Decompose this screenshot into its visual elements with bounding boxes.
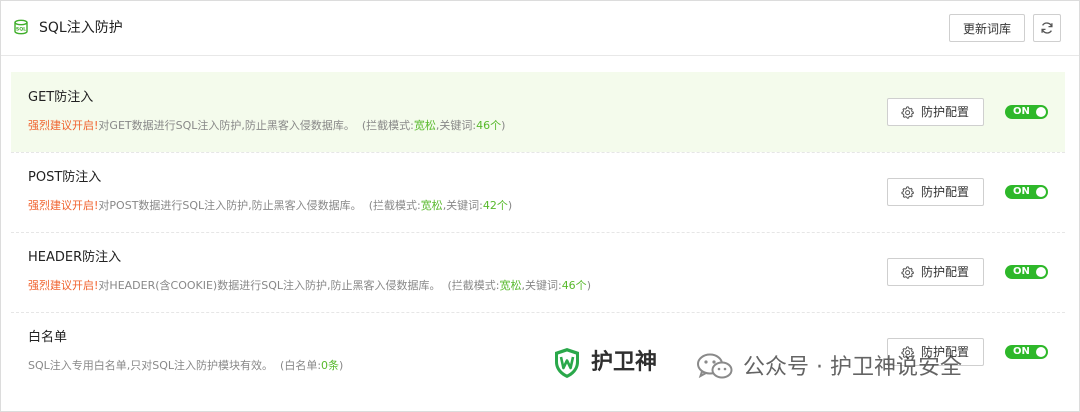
gear-icon bbox=[901, 106, 914, 119]
toggle-knob bbox=[1036, 187, 1046, 197]
keyword-count: 46个 bbox=[476, 119, 502, 132]
description-text: 对HEADER(含COOKIE)数据进行SQL注入防护,防止黑客入侵数据库。 bbox=[98, 279, 441, 292]
row-description: 强烈建议开启!对HEADER(含COOKIE)数据进行SQL注入防护,防止黑客入… bbox=[28, 278, 591, 294]
description-text: 对POST数据进行SQL注入防护,防止黑客入侵数据库。 bbox=[98, 199, 362, 212]
refresh-button[interactable] bbox=[1033, 14, 1061, 42]
warning-text: 强烈建议开启! bbox=[28, 199, 99, 212]
refresh-icon bbox=[1041, 22, 1053, 34]
database-sql-icon: SQL bbox=[14, 19, 28, 35]
mode-value: 宽松 bbox=[499, 279, 522, 292]
toggle-label: ON bbox=[1013, 266, 1030, 277]
shield-logo-icon bbox=[555, 348, 579, 378]
toggle-label: ON bbox=[1013, 106, 1030, 117]
mode-prefix: (拦截模式: bbox=[368, 199, 421, 212]
row-description: SQL注入专用白名单,只对SQL注入防护模块有效。 (白名单:0条) bbox=[28, 358, 343, 374]
update-dictionary-button[interactable]: 更新词库 bbox=[949, 14, 1025, 42]
toggle-knob bbox=[1036, 267, 1046, 277]
gear-icon bbox=[901, 266, 914, 279]
toggle-label: ON bbox=[1013, 186, 1030, 197]
description-text: SQL注入专用白名单,只对SQL注入防护模块有效。 bbox=[28, 359, 274, 372]
whitelist-count: 0条 bbox=[321, 359, 340, 372]
config-label: 防护配置 bbox=[921, 265, 970, 279]
row-title: POST防注入 bbox=[28, 170, 102, 185]
suffix: ) bbox=[501, 119, 506, 132]
post-injection-toggle[interactable]: ON bbox=[1005, 185, 1048, 199]
get-injection-toggle[interactable]: ON bbox=[1005, 105, 1048, 119]
protection-config-button[interactable]: 防护配置 bbox=[887, 258, 984, 286]
toggle-knob bbox=[1036, 107, 1046, 117]
row-description: 强烈建议开启!对POST数据进行SQL注入防护,防止黑客入侵数据库。 (拦截模式… bbox=[28, 198, 512, 214]
svg-text:SQL: SQL bbox=[16, 26, 26, 32]
keyword-prefix: ,关键词: bbox=[435, 119, 477, 132]
mode-prefix: (拦截模式: bbox=[447, 279, 500, 292]
keyword-prefix: ,关键词: bbox=[442, 199, 483, 212]
warning-text: 强烈建议开启! bbox=[28, 279, 99, 292]
keyword-count: 42个 bbox=[482, 199, 508, 212]
panel-header: SQL SQL注入防护 更新词库 bbox=[1, 1, 1079, 56]
config-label: 防护配置 bbox=[921, 185, 970, 199]
list-item-post-injection: POST防注入 强烈建议开启!对POST数据进行SQL注入防护,防止黑客入侵数据… bbox=[11, 152, 1065, 232]
watermark-brand: 护卫神 bbox=[591, 350, 658, 375]
warning-text: 强烈建议开启! bbox=[28, 119, 99, 132]
whitelist-toggle[interactable]: ON bbox=[1005, 345, 1048, 359]
wechat-icon bbox=[697, 353, 733, 379]
toggle-label: ON bbox=[1013, 346, 1030, 357]
gear-icon bbox=[901, 186, 914, 199]
mode-value: 宽松 bbox=[413, 119, 436, 132]
description-text: 对GET数据进行SQL注入防护,防止黑客入侵数据库。 bbox=[98, 119, 355, 132]
suffix: ) bbox=[507, 199, 513, 212]
row-title: 白名单 bbox=[28, 330, 68, 345]
watermark-channel: 公众号 · 护卫神说安全 bbox=[743, 355, 962, 380]
sql-injection-panel: SQL SQL注入防护 更新词库 GET防注入 强烈建议开启!对GET数据进行S… bbox=[0, 0, 1080, 412]
row-title: GET防注入 bbox=[28, 90, 94, 105]
toggle-knob bbox=[1036, 347, 1046, 357]
config-label: 防护配置 bbox=[921, 105, 970, 119]
keyword-count: 46个 bbox=[561, 279, 587, 292]
list-item-header-injection: HEADER防注入 强烈建议开启!对HEADER(含COOKIE)数据进行SQL… bbox=[11, 232, 1065, 312]
whitelist-prefix: (白名单: bbox=[280, 359, 322, 372]
keyword-prefix: ,关键词: bbox=[521, 279, 562, 292]
page-title: SQL注入防护 bbox=[39, 20, 123, 36]
list-item-get-injection: GET防注入 强烈建议开启!对GET数据进行SQL注入防护,防止黑客入侵数据库。… bbox=[11, 72, 1065, 152]
mode-value: 宽松 bbox=[420, 199, 443, 212]
mode-prefix: (拦截模式: bbox=[361, 119, 414, 132]
suffix: ) bbox=[586, 279, 591, 292]
protection-config-button[interactable]: 防护配置 bbox=[887, 178, 984, 206]
row-title: HEADER防注入 bbox=[28, 250, 122, 265]
header-injection-toggle[interactable]: ON bbox=[1005, 265, 1048, 279]
suffix: ) bbox=[339, 359, 344, 372]
protection-config-button[interactable]: 防护配置 bbox=[887, 98, 984, 126]
row-description: 强烈建议开启!对GET数据进行SQL注入防护,防止黑客入侵数据库。 (拦截模式:… bbox=[28, 118, 505, 134]
